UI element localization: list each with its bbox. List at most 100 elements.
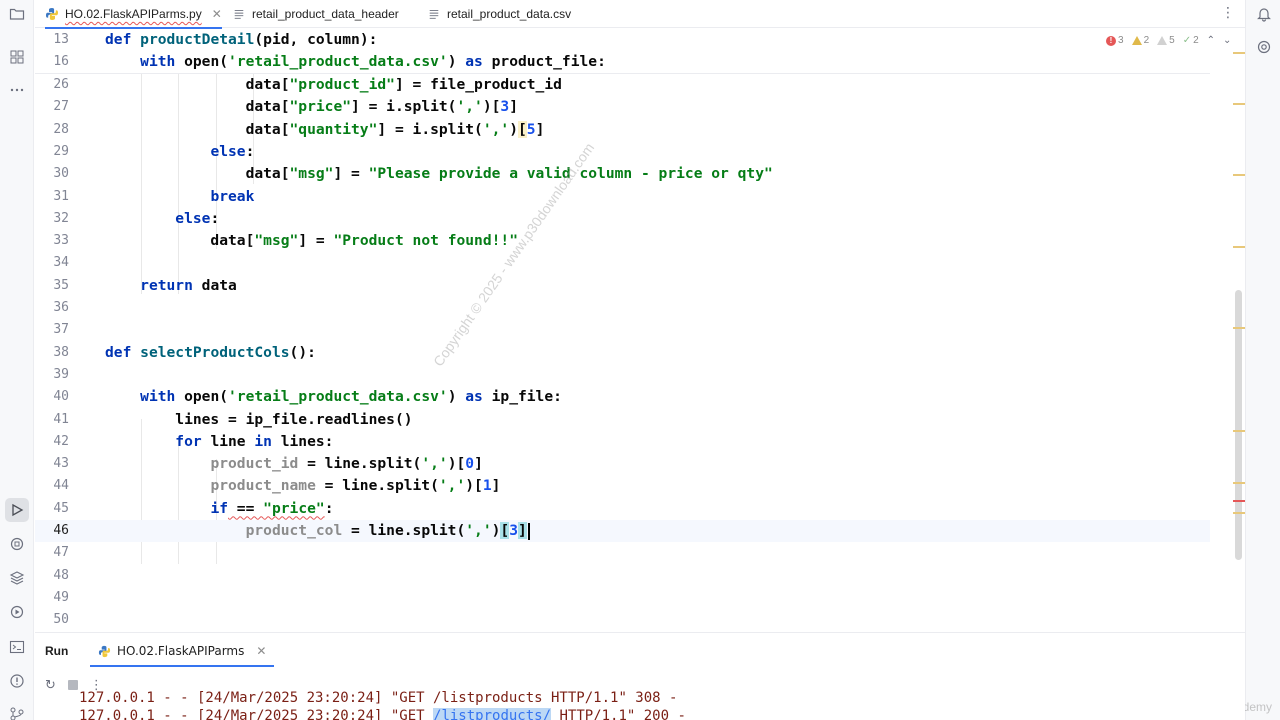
console-line: 127.0.0.1 - - [24/Mar/2025 23:20:24] "GE… — [79, 707, 686, 720]
line-number: 41 — [53, 411, 69, 427]
line-number: 30 — [53, 166, 69, 182]
code-line[interactable]: 49 — [35, 587, 1210, 609]
code-text: for line in lines: — [175, 432, 334, 450]
services-icon[interactable] — [5, 600, 29, 624]
project-folder-icon[interactable] — [5, 2, 29, 26]
run-tab[interactable]: HO.02.FlaskAPIParms ✕ — [90, 633, 275, 669]
code-line[interactable]: 37 — [35, 319, 1210, 341]
tab-retail-csv[interactable]: retail_product_data.csv — [427, 0, 571, 28]
tab-options-icon[interactable]: ⋮ — [1221, 5, 1235, 21]
problems-icon[interactable] — [5, 669, 29, 693]
notifications-icon[interactable] — [1252, 2, 1276, 26]
code-text: product_id = line.split(',')[0] — [210, 455, 483, 473]
code-line[interactable]: 41 lines = ip_file.readlines() — [35, 409, 1210, 431]
code-editor[interactable]: 13 def productDetail(pid, column): 16 wi… — [35, 29, 1210, 632]
ai-assistant-icon[interactable] — [1252, 35, 1276, 59]
line-number: 48 — [53, 567, 69, 583]
close-icon[interactable]: ✕ — [256, 644, 266, 658]
run-icon[interactable] — [5, 498, 29, 522]
code-text: data["msg"] = "Please provide a valid co… — [105, 165, 773, 183]
code-line[interactable]: 50 — [35, 609, 1210, 631]
warning-icon — [1131, 36, 1142, 45]
code-text: else: — [175, 209, 220, 227]
tab-retail-header[interactable]: retail_product_data_header — [232, 0, 399, 28]
code-line[interactable]: 30 data["msg"] = "Please provide a valid… — [35, 163, 1210, 185]
code-line[interactable]: 31 break — [35, 186, 1210, 208]
code-line[interactable]: 27 data["price"] = i.split(',')[3] — [35, 96, 1210, 118]
line-number: 38 — [53, 344, 69, 360]
chevron-up-icon[interactable]: ⌃ — [1207, 35, 1215, 46]
more-tools-icon[interactable] — [5, 78, 29, 102]
code-line[interactable]: 48 — [35, 565, 1210, 587]
code-line[interactable]: 47 — [35, 542, 1210, 564]
code-text: break — [210, 187, 255, 205]
git-icon[interactable] — [5, 702, 29, 720]
run-panel: Run HO.02.FlaskAPIParms ✕ ↻ ⋮ 127.0.0.1 … — [35, 632, 1245, 720]
text-file-icon — [232, 7, 246, 21]
rerun-icon[interactable]: ↻ — [45, 678, 56, 693]
code-line[interactable]: 45 if == "price": — [35, 498, 1210, 520]
left-tool-strip — [0, 0, 34, 720]
tab-label: HO.02.FlaskAPIParms.py — [65, 7, 202, 21]
warning-marker[interactable] — [1233, 103, 1245, 105]
python-console-icon[interactable] — [5, 532, 29, 556]
code-line[interactable]: 39 — [35, 364, 1210, 386]
code-line[interactable]: 28 data["quantity"] = i.split(',')[5] — [35, 119, 1210, 141]
code-line[interactable]: 32 else: — [35, 208, 1210, 230]
chevron-down-icon[interactable]: ⌄ — [1223, 35, 1231, 46]
console-link[interactable]: /listproducts/ — [433, 708, 552, 720]
terminal-icon[interactable] — [5, 635, 29, 659]
code-line[interactable]: 33 data["msg"] = "Product not found!!" — [35, 230, 1210, 252]
warning-marker[interactable] — [1233, 482, 1245, 484]
code-text: def selectProductCols(): — [105, 343, 316, 361]
close-icon[interactable]: ✕ — [212, 7, 222, 21]
stop-icon[interactable] — [67, 680, 78, 690]
code-line-current[interactable]: 46 product_col = line.split(',')[3] — [35, 520, 1210, 543]
line-number: 49 — [53, 589, 69, 605]
code-text: with open('retail_product_data.csv') as … — [140, 388, 562, 406]
code-line[interactable]: 34 — [35, 252, 1210, 274]
sticky-line[interactable]: 13 def productDetail(pid, column): — [35, 29, 1210, 51]
warning-marker[interactable] — [1233, 430, 1245, 432]
python-icon — [45, 7, 59, 21]
code-line[interactable]: 43 product_id = line.split(',')[0] — [35, 453, 1210, 475]
tab-flaskapiparms[interactable]: HO.02.FlaskAPIParms.py ✕ — [45, 0, 222, 29]
code-line[interactable]: 35 return data — [35, 275, 1210, 297]
code-line[interactable]: 38 def selectProductCols(): — [35, 342, 1210, 364]
code-line[interactable]: 42 for line in lines: — [35, 431, 1210, 453]
layers-icon[interactable] — [5, 566, 29, 590]
error-marker[interactable] — [1233, 500, 1245, 502]
sticky-line[interactable]: 16 with open('retail_product_data.csv') … — [35, 51, 1210, 73]
typo-count[interactable]: ✓ 2 — [1183, 35, 1199, 46]
weak-warning-count[interactable]: 5 — [1157, 35, 1175, 46]
code-line[interactable]: 29 else: — [35, 141, 1210, 163]
console-line: 127.0.0.1 - - [24/Mar/2025 23:20:24] "GE… — [79, 690, 678, 706]
inspection-widget[interactable]: ! 3 2 5 ✓ 2 ⌃ ⌄ — [1106, 35, 1231, 46]
line-number: 27 — [53, 99, 69, 115]
weak-warning-icon — [1157, 36, 1168, 45]
error-count[interactable]: ! 3 — [1106, 35, 1124, 46]
warning-marker[interactable] — [1233, 327, 1245, 329]
code-line[interactable]: 26 data["product_id"] = file_product_id — [35, 74, 1210, 96]
python-icon — [98, 645, 111, 658]
run-console[interactable]: 127.0.0.1 - - [24/Mar/2025 23:20:24] "GE… — [79, 689, 1239, 720]
run-tab-label: HO.02.FlaskAPIParms — [117, 644, 245, 658]
error-count-text: 3 — [1118, 35, 1124, 46]
tab-label: retail_product_data_header — [252, 7, 399, 21]
line-number: 47 — [53, 545, 69, 561]
warning-count[interactable]: 2 — [1131, 35, 1149, 46]
warning-marker[interactable] — [1233, 512, 1245, 514]
line-number: 40 — [53, 389, 69, 405]
line-number: 50 — [53, 612, 69, 628]
warning-marker[interactable] — [1233, 174, 1245, 176]
warning-marker[interactable] — [1233, 246, 1245, 248]
line-number: 13 — [53, 32, 69, 47]
editor-scrollbar[interactable] — [1235, 290, 1242, 560]
code-line[interactable]: 44 product_name = line.split(',')[1] — [35, 475, 1210, 497]
line-number: 34 — [53, 255, 69, 271]
warning-marker[interactable] — [1233, 52, 1245, 54]
code-line[interactable]: 36 — [35, 297, 1210, 319]
code-line[interactable]: 40 with open('retail_product_data.csv') … — [35, 386, 1210, 408]
structure-icon[interactable] — [5, 45, 29, 69]
line-number: 37 — [53, 322, 69, 338]
